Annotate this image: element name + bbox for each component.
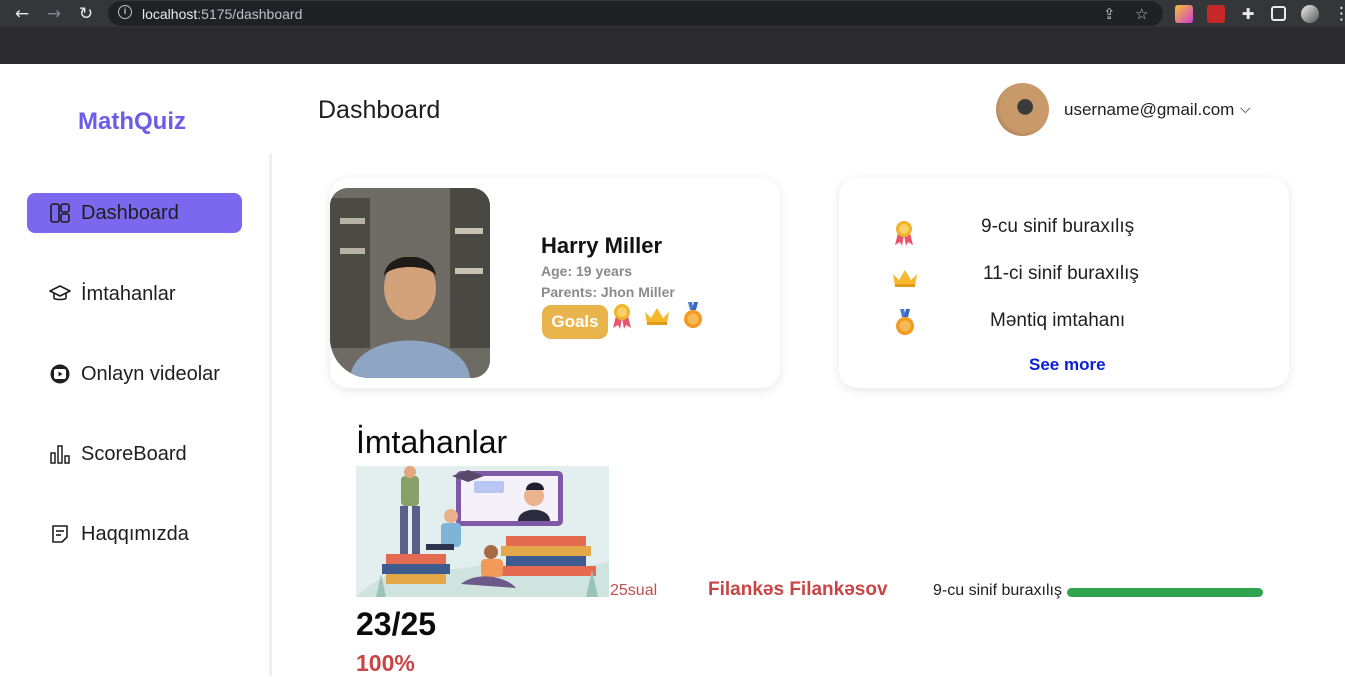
- exam-illustration[interactable]: [356, 466, 609, 597]
- reload-icon[interactable]: ↻: [76, 4, 96, 24]
- user-email[interactable]: username@gmail.com: [1064, 100, 1234, 120]
- exam-question-count: 25sual: [610, 582, 658, 599]
- exam-progress-bar: [1067, 588, 1263, 597]
- medal-icon: [682, 302, 704, 334]
- sidebar-item-label: İmtahanlar: [81, 282, 176, 305]
- sidebar-item-haqqimizda[interactable]: Haqqımızda: [27, 514, 242, 554]
- sidebar-item-scoreboard[interactable]: ScoreBoard: [27, 434, 242, 474]
- award-ribbon-icon: [610, 302, 634, 334]
- browser-toolbar: ← → ↻ i localhost:5175/dashboard ⇪ ☆ ✚ ⋮: [0, 0, 1345, 27]
- graduation-cap-icon: [47, 281, 73, 307]
- note-icon: [47, 521, 73, 547]
- exam-name[interactable]: 9-cu sinif buraxılış: [933, 582, 1062, 600]
- crown-icon: [643, 306, 671, 330]
- sidebar-item-imtahanlar[interactable]: İmtahanlar: [27, 274, 242, 314]
- url-path: :5175/dashboard: [197, 6, 303, 22]
- extension-color-icon[interactable]: [1175, 5, 1193, 23]
- exam-progress-fill: [1067, 588, 1263, 597]
- url-text[interactable]: localhost:5175/dashboard: [142, 6, 302, 22]
- achievement-label: 9-cu sinif buraxılış: [981, 216, 1135, 237]
- person-parents: Parents: Jhon Miller: [541, 284, 675, 300]
- sidebar-item-dashboard[interactable]: Dashboard: [27, 193, 242, 233]
- avatar[interactable]: [996, 83, 1049, 136]
- browser-chrome: ← → ↻ i localhost:5175/dashboard ⇪ ☆ ✚ ⋮: [0, 0, 1345, 64]
- bookmark-star-icon[interactable]: ☆: [1135, 5, 1148, 23]
- layout-icon: [47, 200, 73, 226]
- sidebar-item-label: Haqqımızda: [81, 522, 189, 545]
- browser-menu-icon[interactable]: ⋮: [1333, 4, 1345, 24]
- exam-author: Filankəs Filankəsov: [708, 579, 888, 600]
- back-arrow-icon[interactable]: ←: [12, 4, 32, 24]
- bar-chart-icon: [47, 441, 73, 467]
- forward-arrow-icon[interactable]: →: [44, 4, 64, 24]
- chevron-down-icon[interactable]: ⌵: [1240, 101, 1251, 117]
- app-logo[interactable]: MathQuiz: [78, 108, 186, 136]
- profile-avatar-icon[interactable]: [1301, 5, 1319, 23]
- crown-icon: [891, 268, 919, 292]
- exam-score: 23/25: [356, 606, 437, 642]
- sidebar-item-label: Onlayn videolar: [81, 362, 220, 385]
- url-host: localhost: [142, 6, 198, 22]
- profile-photo: [330, 188, 490, 378]
- sidebar-item-label: ScoreBoard: [81, 442, 187, 465]
- section-title: İmtahanlar: [356, 424, 508, 460]
- site-info-icon[interactable]: i: [118, 5, 132, 19]
- sidebar-divider: [269, 154, 272, 676]
- goals-button[interactable]: Goals: [542, 305, 608, 339]
- video-play-icon: [47, 361, 73, 387]
- sidebar-item-label: Dashboard: [81, 201, 179, 224]
- see-more-link[interactable]: See more: [1029, 355, 1106, 375]
- browser-bookmark-strip: [0, 27, 1345, 64]
- share-icon[interactable]: ⇪: [1103, 5, 1116, 23]
- award-ribbon-icon: [892, 219, 916, 251]
- person-name: Harry Miller: [541, 233, 663, 258]
- exam-percent: 100%: [356, 650, 415, 676]
- side-panel-icon[interactable]: [1271, 6, 1286, 21]
- person-age: Age: 19 years: [541, 263, 633, 279]
- achievement-label: 11-ci sinif buraxılış: [983, 263, 1139, 284]
- extension-red-icon[interactable]: [1207, 5, 1225, 23]
- medal-icon: [894, 309, 916, 341]
- extensions-puzzle-icon[interactable]: ✚: [1238, 4, 1258, 24]
- achievement-label: Məntiq imtahanı: [990, 310, 1126, 331]
- page-title: Dashboard: [318, 96, 441, 124]
- address-bar[interactable]: i localhost:5175/dashboard ⇪ ☆: [108, 1, 1163, 26]
- sidebar-item-onlayn-videolar[interactable]: Onlayn videolar: [27, 354, 242, 394]
